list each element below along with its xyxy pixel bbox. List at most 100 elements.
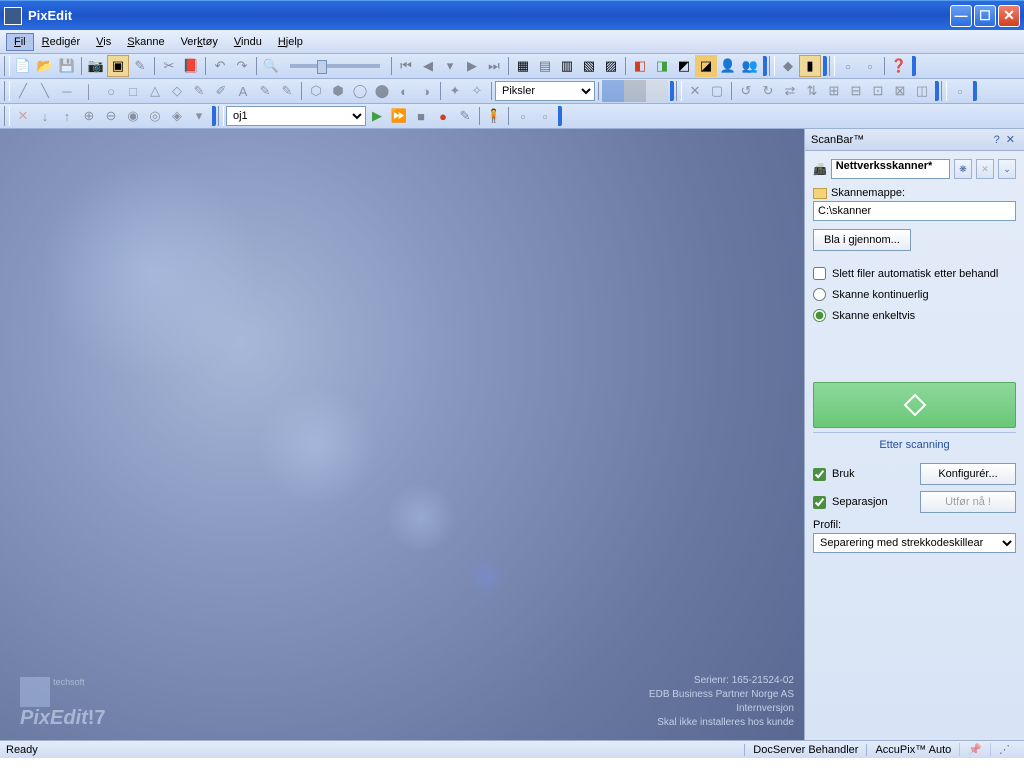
draw-icon[interactable]: │	[78, 80, 100, 102]
new-icon[interactable]: 📄	[12, 55, 34, 77]
undo-icon[interactable]: ↶	[209, 55, 231, 77]
tool-icon[interactable]: ▾	[188, 105, 210, 127]
last-page-icon[interactable]: ⏭	[483, 55, 505, 77]
toolbar-handle[interactable]	[769, 56, 775, 76]
flip-icon[interactable]: ⇅	[801, 80, 823, 102]
toolbar-handle[interactable]	[941, 81, 947, 101]
view-mode-icon[interactable]: ▮	[799, 55, 821, 77]
transform-icon[interactable]: ⊞	[823, 80, 845, 102]
shape-icon[interactable]: ✧	[466, 80, 488, 102]
draw-icon[interactable]: ─	[56, 80, 78, 102]
first-page-icon[interactable]: ⏮	[395, 55, 417, 77]
color-swatch[interactable]	[624, 80, 646, 102]
layout5-icon[interactable]: ▨	[600, 55, 622, 77]
rotate-icon[interactable]: ↻	[757, 80, 779, 102]
shape-icon[interactable]: ◐	[393, 80, 415, 102]
draw-icon[interactable]: ╱	[12, 80, 34, 102]
tool-icon[interactable]: ⊖	[100, 105, 122, 127]
file-combo[interactable]: oj1	[226, 106, 366, 126]
profile-select[interactable]: Separering med strekkodeskillear	[813, 533, 1016, 553]
book-icon[interactable]: 📕	[180, 55, 202, 77]
minimize-button[interactable]: —	[950, 5, 972, 27]
tool-icon[interactable]: ◈	[166, 105, 188, 127]
color2-icon[interactable]: ◨	[651, 55, 673, 77]
rotate-icon[interactable]: ↺	[735, 80, 757, 102]
layout-icon[interactable]: ▦	[512, 55, 534, 77]
color4-icon[interactable]: ◪	[695, 55, 717, 77]
toolbar-handle[interactable]	[676, 81, 682, 101]
prev-page-icon[interactable]: ◀	[417, 55, 439, 77]
record-icon[interactable]: ●	[432, 105, 454, 127]
zoom-icon[interactable]: 🔍	[260, 55, 282, 77]
browse-button[interactable]: Bla i gjennom...	[813, 229, 911, 251]
flip-icon[interactable]: ⇄	[779, 80, 801, 102]
tool-icon[interactable]: ✎	[454, 105, 476, 127]
shape-icon[interactable]: ✦	[444, 80, 466, 102]
scanner-refresh-button[interactable]: ❋	[954, 159, 972, 179]
color3-icon[interactable]: ◩	[673, 55, 695, 77]
open-icon[interactable]: 📂	[34, 55, 56, 77]
menu-vindu[interactable]: Vindu	[226, 33, 270, 51]
tool-icon[interactable]: ◉	[122, 105, 144, 127]
tool-icon[interactable]: ◎	[144, 105, 166, 127]
toolbar-handle[interactable]	[4, 56, 10, 76]
folder-input[interactable]	[813, 201, 1016, 221]
close-panel-icon[interactable]: ✕	[1003, 133, 1018, 146]
select-tool-icon[interactable]: ▣	[107, 55, 129, 77]
draw-icon[interactable]: □	[122, 80, 144, 102]
tool-icon[interactable]: ▫	[949, 80, 971, 102]
draw-icon[interactable]: ╲	[34, 80, 56, 102]
transform-icon[interactable]: ◫	[911, 80, 933, 102]
layout2-icon[interactable]: ▤	[534, 55, 556, 77]
transform-icon[interactable]: ⊡	[867, 80, 889, 102]
status-pin-icon[interactable]: 📌	[959, 743, 990, 756]
tool-icon[interactable]: ✎	[129, 55, 151, 77]
text-icon[interactable]: A	[232, 80, 254, 102]
scanner-remove-button[interactable]: ✕	[976, 159, 994, 179]
shape-icon[interactable]: ◑	[415, 80, 437, 102]
separation-checkbox[interactable]	[813, 496, 826, 509]
redo-icon[interactable]: ↷	[231, 55, 253, 77]
toolbar-handle[interactable]	[218, 106, 224, 126]
menu-vis[interactable]: Vis	[88, 33, 119, 51]
menu-skanne[interactable]: Skanne	[119, 33, 172, 51]
save-icon[interactable]: 💾	[56, 55, 78, 77]
run-now-button[interactable]: Utfør nå !	[920, 491, 1016, 513]
draw-icon[interactable]: ✎	[254, 80, 276, 102]
shape-icon[interactable]: ⬤	[371, 80, 393, 102]
cut-icon[interactable]: ✂	[158, 55, 180, 77]
transform-icon[interactable]: ⊟	[845, 80, 867, 102]
play-icon[interactable]: ▶	[366, 105, 388, 127]
toolbar-handle[interactable]	[829, 56, 835, 76]
scan-continuous-radio[interactable]	[813, 288, 826, 301]
close-button[interactable]: ✕	[998, 5, 1020, 27]
canvas-area[interactable]: techsoft PixEdit!7 Serienr: 165-21524-02…	[0, 129, 804, 740]
menu-rediger[interactable]: Redigér	[34, 33, 89, 51]
crop-icon[interactable]: ▢	[706, 80, 728, 102]
shape-icon[interactable]: ⬢	[327, 80, 349, 102]
use-checkbox[interactable]	[813, 468, 826, 481]
toolbar-handle[interactable]	[4, 81, 10, 101]
users-icon[interactable]: 👥	[739, 55, 761, 77]
configure-button[interactable]: Konfigurér...	[920, 463, 1016, 485]
user-icon[interactable]: 👤	[717, 55, 739, 77]
layout3-icon[interactable]: ▥	[556, 55, 578, 77]
draw-icon[interactable]: ✎	[276, 80, 298, 102]
scanner-dropdown-button[interactable]: ⌄	[998, 159, 1016, 179]
draw-icon[interactable]: ✎	[188, 80, 210, 102]
draw-icon[interactable]: ✐	[210, 80, 232, 102]
menu-fil[interactable]: Fil	[6, 33, 34, 51]
maximize-button[interactable]: ☐	[974, 5, 996, 27]
shape-icon[interactable]: ⬡	[305, 80, 327, 102]
layout4-icon[interactable]: ▧	[578, 55, 600, 77]
tool-icon[interactable]: ↓	[34, 105, 56, 127]
status-resize-grip[interactable]: ⋰	[990, 743, 1018, 756]
tool-icon[interactable]: ▫	[534, 105, 556, 127]
person-icon[interactable]: 🧍	[483, 105, 505, 127]
scanner-select[interactable]: Nettverksskanner*	[831, 159, 950, 179]
help-icon[interactable]: ?	[991, 134, 1003, 146]
menu-verktoy[interactable]: Verktøy	[173, 33, 226, 51]
draw-icon[interactable]: ◇	[166, 80, 188, 102]
tool-icon[interactable]: ↑	[56, 105, 78, 127]
tool-icon[interactable]: ⊕	[78, 105, 100, 127]
